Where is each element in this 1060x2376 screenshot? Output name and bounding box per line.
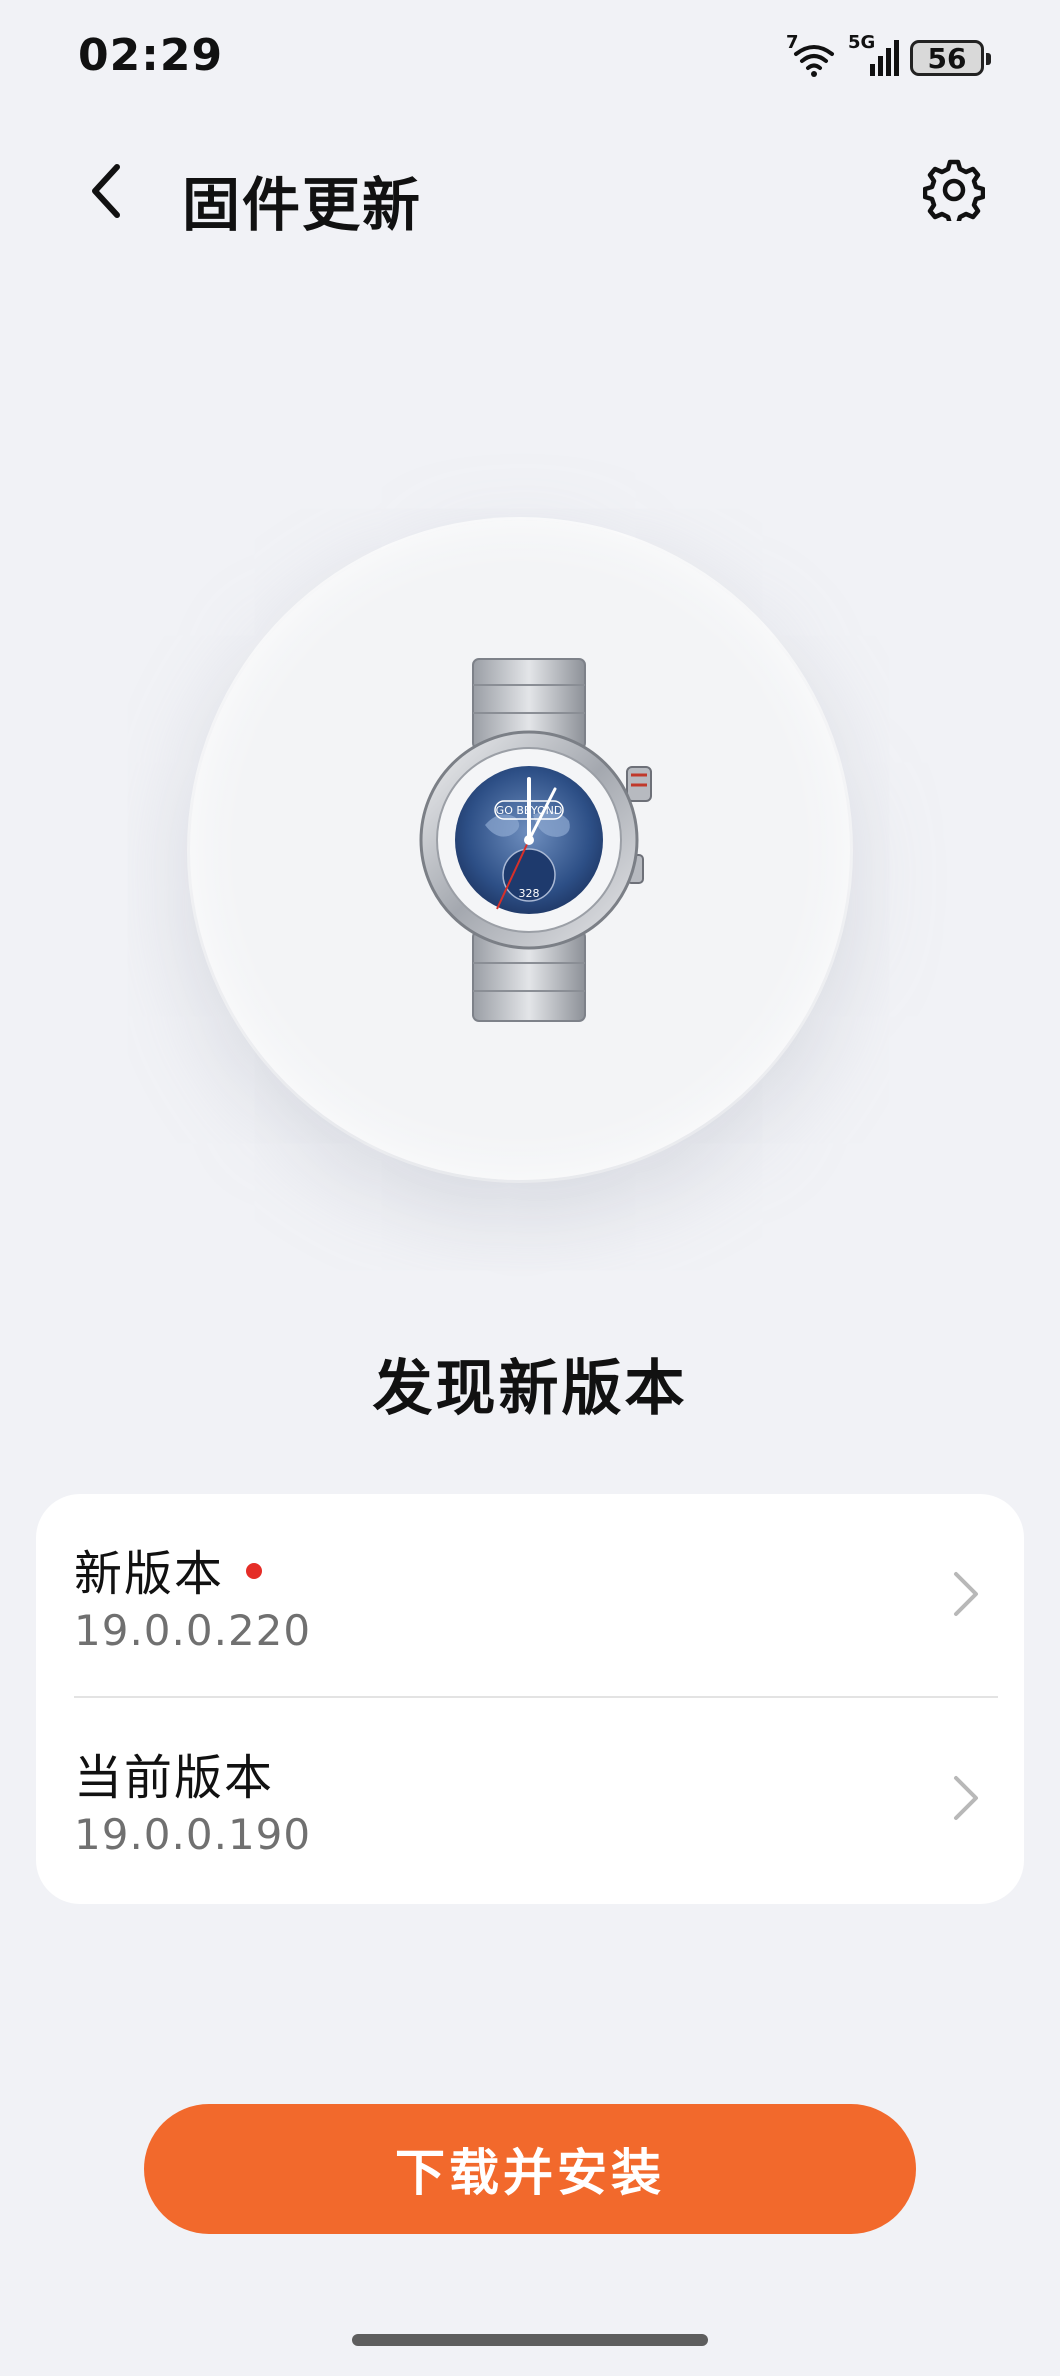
gear-icon xyxy=(923,159,985,221)
header: 固件更新 xyxy=(0,130,1060,250)
status-bar: 02:29 7 5G 56 xyxy=(0,0,1060,110)
new-version-label: 新版本 xyxy=(74,1546,225,1602)
current-version-row[interactable]: 当前版本 19.0.0.190 xyxy=(36,1698,1024,1898)
back-button[interactable] xyxy=(72,156,142,226)
chevron-left-icon xyxy=(92,164,120,218)
battery-icon: 56 xyxy=(910,40,991,76)
signal-superscript: 7 xyxy=(786,32,799,53)
status-icons: 7 5G 56 xyxy=(786,32,991,80)
home-indicator[interactable] xyxy=(352,2334,708,2346)
update-status-title: 发现新版本 xyxy=(372,1354,688,1424)
new-version-value: 19.0.0.220 xyxy=(74,1606,312,1655)
new-version-row[interactable]: 新版本 19.0.0.220 xyxy=(36,1494,1024,1698)
version-card: 新版本 19.0.0.220 当前版本 19.0.0.190 xyxy=(36,1494,1024,1904)
cellular-signal-icon: 5G xyxy=(848,32,900,78)
chevron-right-icon xyxy=(954,1776,978,1820)
download-install-button[interactable]: 下载并安装 xyxy=(144,2104,916,2234)
network-type: 5G xyxy=(848,32,876,53)
watch-image: GO BEYOND 328 xyxy=(405,655,665,1025)
current-version-value: 19.0.0.190 xyxy=(74,1810,312,1859)
new-version-label-wrap: 新版本 xyxy=(74,1534,263,1604)
status-time: 02:29 xyxy=(78,30,224,81)
chevron-right-icon xyxy=(954,1572,978,1616)
page-title: 固件更新 xyxy=(182,171,423,239)
wifi-icon: 7 xyxy=(786,32,838,78)
current-version-label: 当前版本 xyxy=(74,1750,275,1806)
watch-face-number: 328 xyxy=(519,887,540,900)
new-badge-dot xyxy=(246,1563,263,1579)
settings-button[interactable] xyxy=(918,154,990,226)
